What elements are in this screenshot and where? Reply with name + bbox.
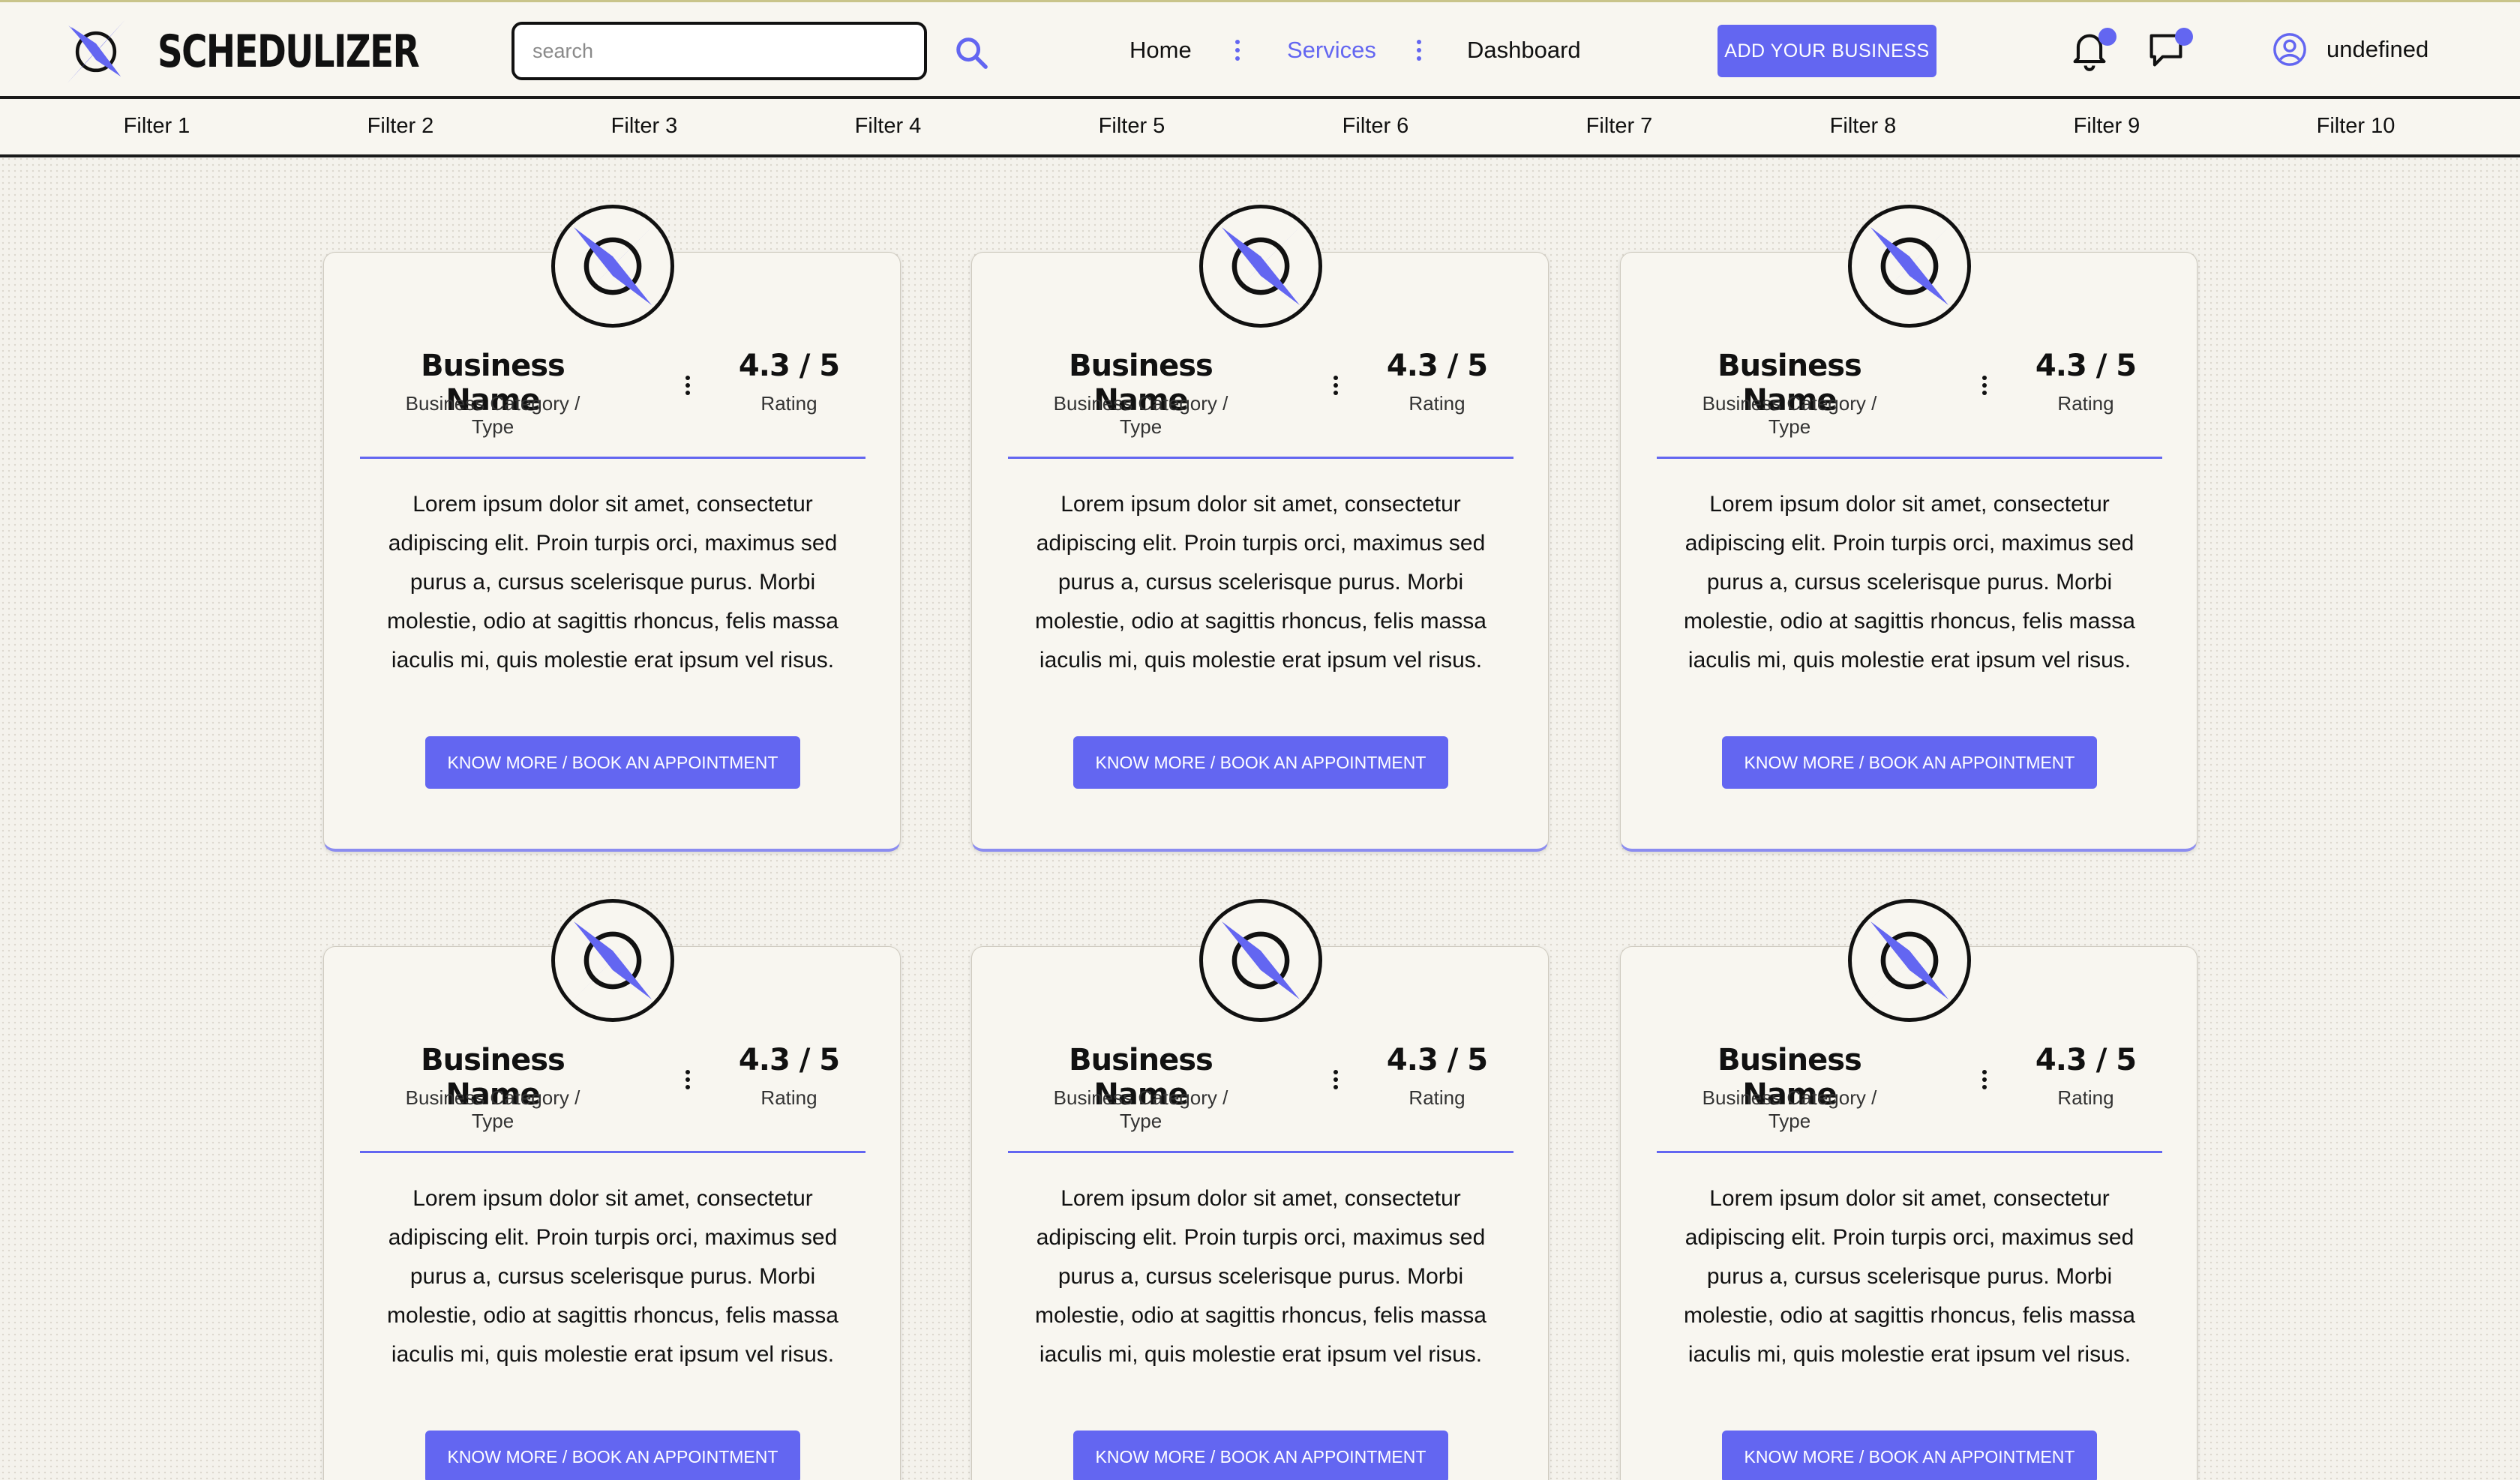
business-logo (1848, 899, 1971, 1022)
more-options-icon[interactable] (1978, 376, 1990, 401)
rating-label: Rating (760, 392, 818, 415)
user-name: undefined (2326, 36, 2429, 62)
brand[interactable]: SCHEDULIZER (60, 17, 492, 86)
filter-3[interactable]: Filter 3 (569, 114, 719, 139)
more-options-icon[interactable] (682, 376, 694, 401)
rating-value: 4.3 / 5 (1386, 349, 1488, 383)
filter-7[interactable]: Filter 7 (1544, 114, 1694, 139)
search-icon[interactable] (954, 35, 988, 70)
filter-bar: Filter 1 Filter 2 Filter 3 Filter 4 Filt… (0, 99, 2520, 157)
filter-10[interactable]: Filter 10 (2281, 114, 2431, 139)
business-logo (551, 899, 674, 1022)
nav-separator (1416, 40, 1422, 62)
card-divider (360, 457, 866, 459)
filter-6[interactable]: Filter 6 (1300, 114, 1450, 139)
rating-label: Rating (1408, 1086, 1466, 1109)
business-card: Business Name Business Category / Type 4… (323, 205, 901, 852)
brand-name: SCHEDULIZER (158, 25, 420, 78)
rating-label: Rating (760, 1086, 818, 1109)
business-category: Business Category / Type (1053, 392, 1228, 438)
filter-5[interactable]: Filter 5 (1057, 114, 1207, 139)
add-business-button[interactable]: ADD YOUR BUSINESS (1718, 25, 1936, 77)
card-divider (1008, 1151, 1514, 1153)
messages-button[interactable] (2146, 28, 2193, 71)
business-description: Lorem ipsum dolor sit amet, consectetur … (387, 1186, 838, 1367)
business-description: Lorem ipsum dolor sit amet, consectetur … (1035, 492, 1486, 673)
filter-1[interactable]: Filter 1 (82, 114, 232, 139)
rating-value: 4.3 / 5 (738, 349, 840, 383)
search-input[interactable] (512, 22, 927, 80)
card-divider (360, 1151, 866, 1153)
business-category: Business Category / Type (1702, 392, 1877, 438)
business-card: Business Name Business Category / Type 4… (1620, 205, 2198, 852)
more-options-icon[interactable] (682, 1070, 694, 1095)
user-menu[interactable]: undefined (2272, 32, 2428, 67)
business-description: Lorem ipsum dolor sit amet, consectetur … (1684, 492, 2135, 673)
notifications-button[interactable] (2070, 28, 2116, 71)
business-card: Business Name Business Category / Type 4… (323, 899, 901, 1480)
book-appointment-button[interactable]: KNOW MORE / BOOK AN APPOINTMENT (1073, 736, 1448, 789)
business-card: Business Name Business Category / Type 4… (1620, 899, 2198, 1480)
filter-9[interactable]: Filter 9 (2032, 114, 2182, 139)
card-divider (1008, 457, 1514, 459)
business-logo-icon (1222, 921, 1300, 999)
business-card: Business Name Business Category / Type 4… (971, 205, 1549, 852)
business-logo (551, 205, 674, 328)
rating-label: Rating (1408, 392, 1466, 415)
book-appointment-button[interactable]: KNOW MORE / BOOK AN APPOINTMENT (1722, 736, 2097, 789)
top-navbar: SCHEDULIZER Home Services Dashboard ADD … (0, 0, 2520, 99)
more-options-icon[interactable] (1330, 376, 1342, 401)
filter-8[interactable]: Filter 8 (1788, 114, 1938, 139)
business-card: Business Name Business Category / Type 4… (971, 899, 1549, 1480)
rating-label: Rating (2057, 1086, 2114, 1109)
business-logo-icon (1870, 227, 1948, 305)
business-category: Business Category / Type (1702, 1086, 1877, 1132)
business-logo-icon (574, 227, 652, 305)
user-avatar-icon (2273, 33, 2306, 66)
book-appointment-button[interactable]: KNOW MORE / BOOK AN APPOINTMENT (1073, 1431, 1448, 1480)
rating-value: 4.3 / 5 (738, 1043, 840, 1077)
book-appointment-button[interactable]: KNOW MORE / BOOK AN APPOINTMENT (425, 1431, 800, 1480)
business-category: Business Category / Type (405, 1086, 580, 1132)
book-appointment-button[interactable]: KNOW MORE / BOOK AN APPOINTMENT (1722, 1431, 2097, 1480)
business-logo-icon (1222, 227, 1300, 305)
card-divider (1657, 457, 2162, 459)
business-category: Business Category / Type (1053, 1086, 1228, 1132)
business-description: Lorem ipsum dolor sit amet, consectetur … (387, 492, 838, 673)
message-badge (2175, 28, 2193, 46)
business-description: Lorem ipsum dolor sit amet, consectetur … (1035, 1186, 1486, 1367)
nav-home[interactable]: Home (1130, 37, 1192, 64)
business-logo (1848, 205, 1971, 328)
nav-dashboard[interactable]: Dashboard (1467, 37, 1581, 64)
business-logo-icon (574, 921, 652, 999)
notification-badge (2098, 28, 2116, 46)
business-category: Business Category / Type (405, 392, 580, 438)
business-logo (1199, 899, 1322, 1022)
filter-4[interactable]: Filter 4 (813, 114, 963, 139)
scheduler-logo-icon (67, 19, 125, 84)
book-appointment-button[interactable]: KNOW MORE / BOOK AN APPOINTMENT (425, 736, 800, 789)
nav-services[interactable]: Services (1287, 37, 1376, 64)
more-options-icon[interactable] (1330, 1070, 1342, 1095)
rating-value: 4.3 / 5 (2035, 349, 2137, 383)
rating-value: 4.3 / 5 (2035, 1043, 2137, 1077)
card-divider (1657, 1151, 2162, 1153)
rating-label: Rating (2057, 392, 2114, 415)
business-description: Lorem ipsum dolor sit amet, consectetur … (1684, 1186, 2135, 1367)
nav-separator (1234, 40, 1240, 62)
filter-2[interactable]: Filter 2 (326, 114, 476, 139)
rating-value: 4.3 / 5 (1386, 1043, 1488, 1077)
more-options-icon[interactable] (1978, 1070, 1990, 1095)
business-logo-icon (1870, 921, 1948, 999)
business-logo (1199, 205, 1322, 328)
